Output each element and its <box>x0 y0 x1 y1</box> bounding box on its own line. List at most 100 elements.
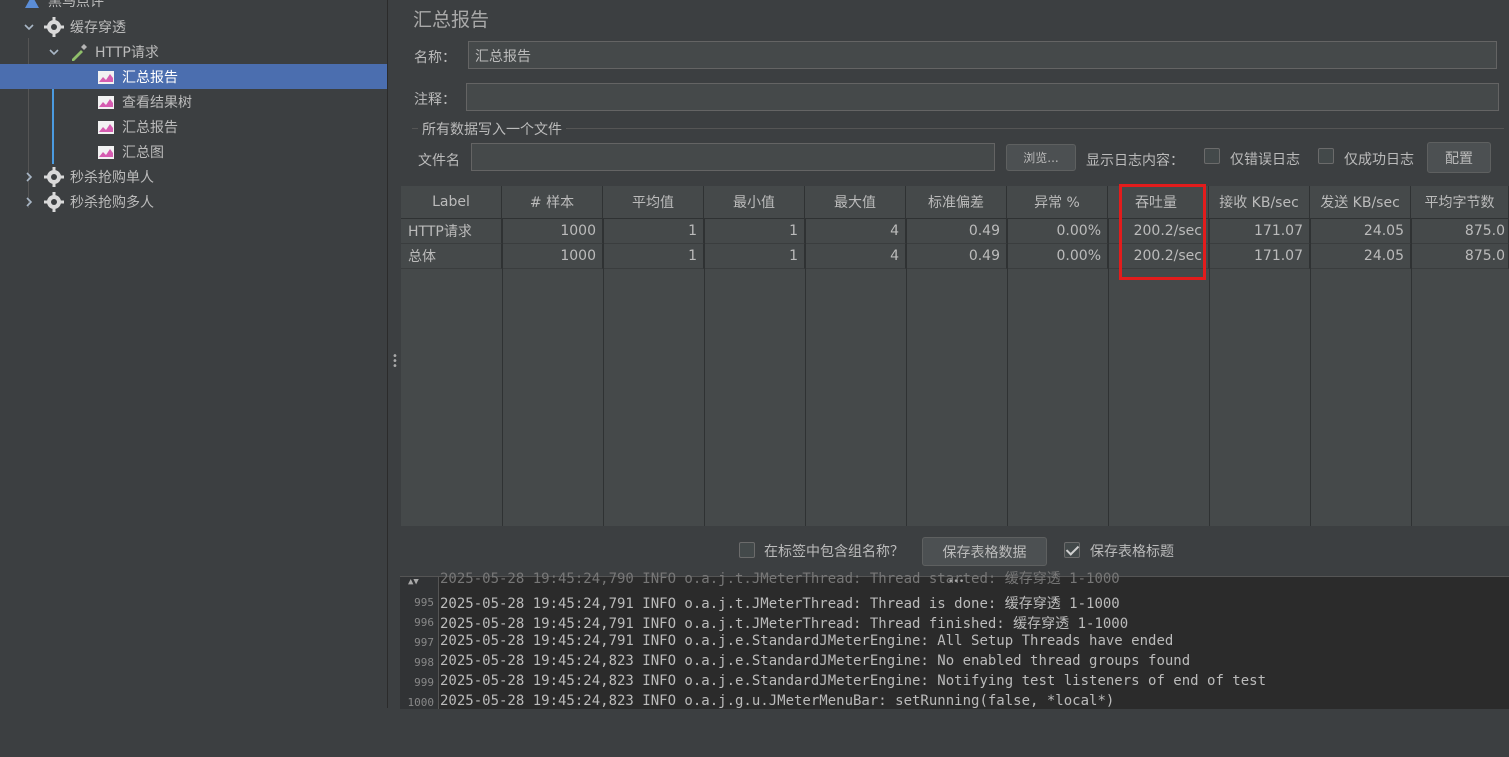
cell-min: 1 <box>704 244 805 269</box>
comment-field[interactable] <box>466 83 1499 111</box>
file-group-title: 所有数据写入一个文件 <box>418 119 566 139</box>
col-header-stddev[interactable]: 标准偏差 <box>906 186 1007 219</box>
log-line-text: 2025-05-28 19:45:24,791 INFO o.a.j.t.JMe… <box>440 616 1129 632</box>
filename-input[interactable] <box>471 143 995 171</box>
log-line-text: 2025-05-28 19:45:24,823 INFO o.a.j.e.Sta… <box>440 653 1191 669</box>
log-line: 998 2025-05-28 19:45:24,823 INFO o.a.j.e… <box>400 653 1509 673</box>
log-line-number: 996 <box>414 616 434 629</box>
log-line: 996 2025-05-28 19:45:24,791 INFO o.a.j.t… <box>400 613 1509 633</box>
cell-avg-bytes: 875.0 <box>1411 219 1509 244</box>
log-line: 997 2025-05-28 19:45:24,791 INFO o.a.j.e… <box>400 633 1509 653</box>
chevron-right-icon[interactable] <box>22 195 36 209</box>
tree-item-http-request[interactable]: HTTP请求 <box>0 39 387 64</box>
table-row[interactable]: 总体 1000 1 1 4 0.49 0.00% 200.2/sec 171.0… <box>401 244 1509 269</box>
col-header-sent-kb[interactable]: 发送 KB/sec <box>1310 186 1411 219</box>
col-header-error-pct[interactable]: 异常 % <box>1007 186 1108 219</box>
flask-icon <box>22 0 42 11</box>
column-divider <box>1209 219 1210 526</box>
tree-root[interactable]: 黑马点评 <box>0 0 387 13</box>
tree-item-label: 汇总报告 <box>122 119 178 136</box>
col-header-samples[interactable]: # 样本 <box>502 186 603 219</box>
save-table-header-label: 保存表格标题 <box>1090 544 1174 560</box>
col-header-max[interactable]: 最大值 <box>805 186 906 219</box>
log-line: 999 2025-05-28 19:45:24,823 INFO o.a.j.e… <box>400 673 1509 693</box>
pipette-icon <box>69 42 89 62</box>
cell-average: 1 <box>603 244 704 269</box>
col-header-average[interactable]: 平均值 <box>603 186 704 219</box>
table-row[interactable]: HTTP请求 1000 1 1 4 0.49 0.00% 200.2/sec 1… <box>401 219 1509 244</box>
success-only-checkbox[interactable] <box>1318 148 1334 164</box>
comment-label: 注释： <box>414 92 456 108</box>
page-title: 汇总报告 <box>413 9 490 31</box>
log-line: 995 2025-05-28 19:45:24,791 INFO o.a.j.t… <box>400 593 1509 613</box>
cell-samples: 1000 <box>502 244 603 269</box>
tree-item-summary-report[interactable]: 汇总报告 <box>0 114 387 139</box>
log-line-number: 995 <box>414 596 434 609</box>
errors-only-checkbox[interactable] <box>1204 148 1220 164</box>
cell-error-pct: 0.00% <box>1007 219 1108 244</box>
cell-error-pct: 0.00% <box>1007 244 1108 269</box>
cell-received-kb: 171.07 <box>1209 219 1310 244</box>
col-header-received-kb[interactable]: 接收 KB/sec <box>1209 186 1310 219</box>
success-only-label: 仅成功日志 <box>1344 152 1414 168</box>
summary-report-panel: 汇总报告 名称： 汇总报告 注释： 所有数据写入一个文件 文件名 浏览... 显… <box>400 0 1509 709</box>
col-header-avg-bytes[interactable]: 平均字节数 <box>1411 186 1509 219</box>
log-line-number: 997 <box>414 636 434 649</box>
column-divider <box>502 219 503 526</box>
tree-item-thread-group-single[interactable]: 秒杀抢购单人 <box>0 164 387 189</box>
cell-stddev: 0.49 <box>906 244 1007 269</box>
tree-item-label: 秒杀抢购多人 <box>70 194 154 211</box>
tree-item-thread-group-multi[interactable]: 秒杀抢购多人 <box>0 189 387 214</box>
include-group-name-label: 在标签中包含组名称？ <box>764 544 904 560</box>
cell-stddev: 0.49 <box>906 219 1007 244</box>
tree-item-label: 汇总报告 <box>122 69 178 86</box>
panel-splitter[interactable]: • • • <box>388 0 400 708</box>
tree-item-view-results-tree[interactable]: 查看结果树 <box>0 89 387 114</box>
tree-item-thread-group-cache[interactable]: 缓存穿透 <box>0 14 387 39</box>
log-content-label: 显示日志内容： <box>1086 153 1184 169</box>
collapse-arrows-icon[interactable]: ▲▼ <box>408 577 419 587</box>
resize-handle-icon[interactable]: ••• <box>948 577 964 587</box>
save-table-header-checkbox[interactable] <box>1064 542 1080 558</box>
column-divider <box>805 219 806 526</box>
col-header-label[interactable]: Label <box>401 186 502 219</box>
log-line-partial: 2025-05-28 19:45:24,790 INFO o.a.j.t.JMe… <box>440 571 1120 587</box>
gear-icon <box>44 191 64 212</box>
chevron-down-icon[interactable] <box>47 45 61 59</box>
log-line-text: 2025-05-28 19:45:24,791 INFO o.a.j.t.JMe… <box>440 596 1120 612</box>
log-viewer[interactable]: 2025-05-28 19:45:24,790 INFO o.a.j.t.JMe… <box>400 571 1509 709</box>
include-group-name-checkbox[interactable] <box>739 542 755 558</box>
column-divider <box>603 219 604 526</box>
log-line-number: 998 <box>414 656 434 669</box>
cell-min: 1 <box>704 219 805 244</box>
log-line-text: 2025-05-28 19:45:24,823 INFO o.a.j.e.Sta… <box>440 673 1267 689</box>
log-line: 1000 2025-05-28 19:45:24,823 INFO o.a.j.… <box>400 693 1509 713</box>
report-chart-icon <box>96 117 116 137</box>
cell-samples: 1000 <box>502 219 603 244</box>
browse-button[interactable]: 浏览... <box>1006 144 1076 171</box>
column-divider <box>1411 219 1412 526</box>
tree-item-label: 缓存穿透 <box>70 19 126 36</box>
log-line-number: 1000 <box>407 696 435 709</box>
column-divider <box>906 219 907 526</box>
save-table-data-button[interactable]: 保存表格数据 <box>922 537 1047 566</box>
cell-max: 4 <box>805 219 906 244</box>
col-header-min[interactable]: 最小值 <box>704 186 805 219</box>
chevron-down-icon[interactable] <box>22 20 36 34</box>
gear-icon <box>44 166 64 187</box>
column-divider <box>1108 219 1109 526</box>
gear-icon <box>44 16 64 37</box>
column-divider <box>1310 219 1311 526</box>
tree-item-summary-graph[interactable]: 汇总图 <box>0 139 387 164</box>
tree-root-label: 黑马点评 <box>48 0 104 10</box>
cell-label: 总体 <box>401 244 502 269</box>
test-plan-tree: 黑马点评 缓存穿透 HTTP请求 汇总报告 查看结果树 汇总报告 汇总图 秒杀抢… <box>0 0 388 708</box>
chevron-right-icon[interactable] <box>22 170 36 184</box>
file-group-border <box>412 128 1504 130</box>
name-field[interactable]: 汇总报告 <box>468 41 1497 69</box>
configure-button[interactable]: 配置 <box>1427 142 1491 173</box>
tree-item-summary-report-selected[interactable]: 汇总报告 <box>0 64 387 89</box>
name-label: 名称： <box>414 50 456 66</box>
splitter-grip-icon: • • • <box>392 351 398 372</box>
tree-item-label: 秒杀抢购单人 <box>70 169 154 186</box>
